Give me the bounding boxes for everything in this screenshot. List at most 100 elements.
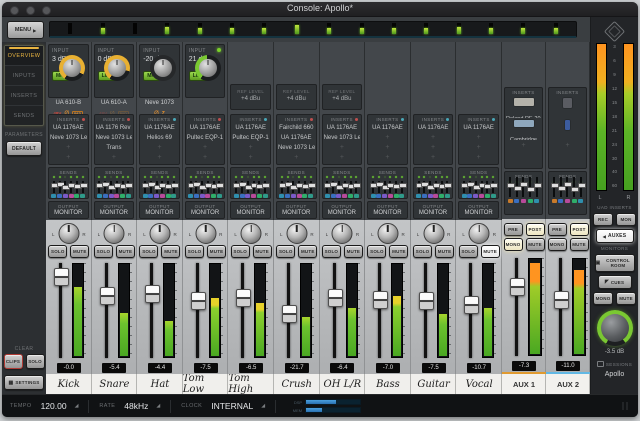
- mute-button[interactable]: MUTE: [298, 245, 318, 258]
- insert-slot-empty[interactable]: +: [141, 143, 178, 153]
- gain-knob[interactable]: [149, 55, 176, 81]
- insert-slot-empty[interactable]: +: [50, 153, 87, 163]
- send-fader[interactable]: [73, 180, 82, 193]
- send-fader[interactable]: [381, 180, 390, 193]
- send-fader[interactable]: [79, 180, 88, 193]
- solo-button[interactable]: SOLO: [458, 245, 478, 258]
- send-fader[interactable]: [284, 180, 293, 193]
- send-fader[interactable]: [68, 180, 77, 193]
- send-fader[interactable]: [533, 177, 542, 197]
- send-fader[interactable]: [301, 180, 310, 193]
- monitor-volume-knob[interactable]: [596, 310, 633, 346]
- insert-slot[interactable]: Trans: [96, 143, 133, 153]
- send-fader[interactable]: [427, 180, 436, 193]
- send-fader[interactable]: [507, 177, 516, 197]
- send-fader[interactable]: [472, 180, 481, 193]
- pre-button[interactable]: PRE: [503, 223, 523, 236]
- default-button[interactable]: DEFAULT: [6, 141, 42, 156]
- menu-button[interactable]: MENU ▶: [7, 21, 44, 39]
- gain-knob[interactable]: [58, 55, 85, 81]
- send-fader[interactable]: [239, 180, 248, 193]
- post-button[interactable]: POST: [525, 223, 545, 236]
- monitor-mono-button[interactable]: MONO: [593, 292, 613, 305]
- sidebar-item-sends[interactable]: SENDS: [5, 106, 43, 125]
- fader-handle[interactable]: [281, 305, 297, 323]
- pan-knob[interactable]: [286, 223, 308, 244]
- send-fader[interactable]: [290, 180, 299, 193]
- insert-slot-empty[interactable]: +: [550, 140, 585, 152]
- insert-slot-empty[interactable]: +: [232, 143, 269, 153]
- channel-name[interactable]: Vocal: [456, 374, 502, 394]
- channel-name[interactable]: Guitar: [410, 374, 457, 394]
- gain-knob[interactable]: [104, 55, 131, 81]
- insert-slot[interactable]: UA 1176AE: [232, 123, 269, 133]
- output-section[interactable]: OUTPUT MONITOR: [184, 200, 226, 219]
- insert-slot[interactable]: UA 1176AE: [324, 123, 361, 133]
- solo-button[interactable]: SOLO: [185, 245, 205, 258]
- insert-slot[interactable]: Lexicon 224: [550, 96, 585, 118]
- fader-handle[interactable]: [327, 289, 343, 307]
- output-section[interactable]: OUTPUT MONITOR: [321, 200, 363, 219]
- gain-knob[interactable]: [195, 55, 222, 81]
- pan-knob[interactable]: [58, 223, 80, 244]
- send-fader[interactable]: [159, 180, 168, 193]
- insert-slot[interactable]: UA 1176AE: [50, 123, 87, 133]
- send-fader[interactable]: [170, 180, 179, 193]
- send-fader[interactable]: [250, 180, 259, 193]
- pan-knob[interactable]: [377, 223, 399, 244]
- solo-button[interactable]: SOLO: [93, 245, 113, 258]
- insert-slot[interactable]: Roland RE-201: [506, 96, 541, 118]
- pan-knob[interactable]: [103, 223, 125, 244]
- output-section[interactable]: OUTPUT MONITOR: [48, 200, 89, 219]
- send-fader[interactable]: [262, 180, 271, 193]
- fader-handle[interactable]: [145, 285, 161, 303]
- send-fader[interactable]: [353, 180, 362, 193]
- rate-value[interactable]: 48kHz: [124, 401, 148, 411]
- channel-name[interactable]: Bass: [365, 374, 411, 394]
- output-section[interactable]: OUTPUT MONITOR: [93, 200, 135, 219]
- output-section[interactable]: OUTPUT MONITOR: [412, 200, 454, 219]
- send-fader[interactable]: [370, 180, 379, 193]
- cues-button[interactable]: ◤ CUES: [597, 275, 632, 289]
- uad-rec-button[interactable]: REC: [593, 213, 613, 226]
- send-fader[interactable]: [113, 180, 122, 193]
- send-fader[interactable]: [108, 180, 116, 193]
- send-fader[interactable]: [199, 180, 208, 193]
- clear-clips-button[interactable]: CLIPS: [3, 354, 23, 369]
- sidebar-item-inserts[interactable]: INSERTS: [5, 86, 43, 106]
- insert-slot-empty[interactable]: +: [324, 143, 361, 153]
- insert-slot[interactable]: Fairchild 660: [278, 123, 315, 133]
- insert-slot[interactable]: UA 1176 Rev A: [96, 123, 133, 133]
- send-fader[interactable]: [520, 177, 529, 197]
- mute-button[interactable]: MUTE: [207, 245, 227, 258]
- insert-slot-empty[interactable]: +: [50, 143, 87, 153]
- send-fader[interactable]: [527, 177, 536, 197]
- insert-slot-empty[interactable]: +: [415, 153, 452, 163]
- send-fader[interactable]: [307, 180, 316, 193]
- insert-slot-empty[interactable]: +: [187, 143, 224, 153]
- send-fader[interactable]: [415, 180, 424, 193]
- insert-slot[interactable]: Neve 1073 Legacy: [50, 133, 87, 143]
- insert-slot-empty[interactable]: +: [369, 133, 406, 143]
- send-fader[interactable]: [96, 180, 105, 193]
- send-fader[interactable]: [513, 177, 522, 197]
- mute-button[interactable]: MUTE: [525, 238, 545, 251]
- sidebar-item-inputs[interactable]: INPUTS: [5, 66, 43, 86]
- channel-name[interactable]: Tom High: [228, 373, 274, 395]
- send-fader[interactable]: [62, 180, 71, 193]
- send-fader[interactable]: [461, 180, 470, 193]
- pan-knob[interactable]: [331, 223, 353, 244]
- send-fader[interactable]: [432, 180, 441, 193]
- send-fader[interactable]: [347, 180, 356, 193]
- send-fader[interactable]: [341, 180, 350, 193]
- mute-button[interactable]: MUTE: [569, 238, 589, 251]
- fader-handle[interactable]: [373, 291, 389, 309]
- ref-level-section[interactable]: REF LEVEL +4 dBu: [321, 83, 363, 110]
- mute-button[interactable]: MUTE: [389, 245, 409, 258]
- send-fader[interactable]: [564, 177, 573, 197]
- mute-button[interactable]: MUTE: [480, 245, 500, 258]
- pan-knob[interactable]: [149, 223, 171, 244]
- sidebar-item-overview[interactable]: OVERVIEW: [5, 46, 43, 66]
- channel-name[interactable]: OH L/R: [319, 374, 366, 394]
- send-fader[interactable]: [557, 177, 566, 197]
